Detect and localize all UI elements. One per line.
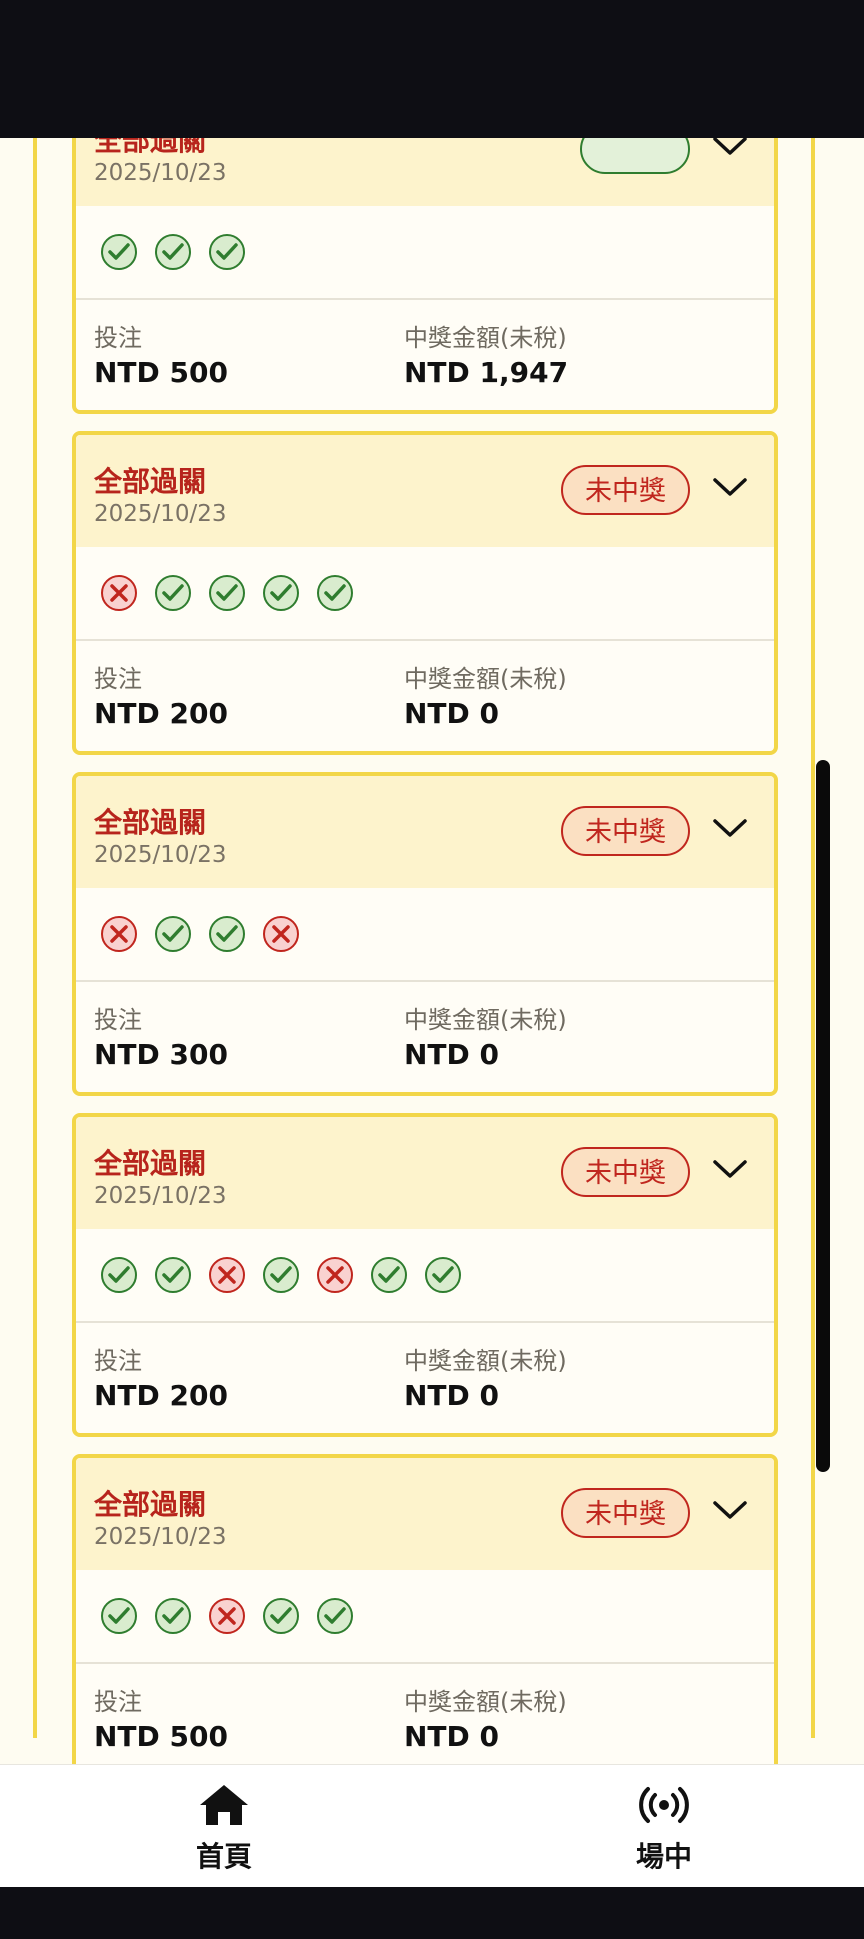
bet-card-header[interactable]: 全部過關 2025/10/23 未中獎 xyxy=(76,1458,774,1570)
check-circle-icon xyxy=(155,234,191,270)
check-circle-icon xyxy=(209,916,245,952)
bet-type-title: 全部過關 xyxy=(94,465,207,498)
bet-type-title: 全部過關 xyxy=(94,138,207,157)
bet-legs-row xyxy=(76,888,774,982)
bet-legs-row xyxy=(76,1570,774,1664)
stake-amount: NTD 500 xyxy=(94,1720,228,1753)
status-badge: 未中獎 xyxy=(561,1147,690,1197)
chevron-down-icon[interactable] xyxy=(712,1498,748,1522)
bet-type-title: 全部過關 xyxy=(94,1147,207,1180)
stake-label: 投注 xyxy=(94,1688,142,1716)
payout-label: 中獎金額(未稅) xyxy=(404,665,567,693)
bet-date: 2025/10/23 xyxy=(94,1183,227,1209)
status-badge: 未中獎 xyxy=(561,806,690,856)
system-nav-bar xyxy=(0,1887,864,1939)
bet-legs-row xyxy=(76,547,774,641)
bet-card[interactable]: 全部過關 2025/10/23 未中獎投注 NTD 500 中獎金額(未稅) NTD 0 xyxy=(72,1454,778,1778)
check-circle-icon xyxy=(317,575,353,611)
bet-amounts: 投注 NTD 300 中獎金額(未稅) NTD 0 xyxy=(76,982,774,1092)
bet-date: 2025/10/23 xyxy=(94,1524,227,1550)
bet-card-header[interactable]: 全部過關 2025/10/23 未中獎 xyxy=(76,435,774,547)
stake-amount: NTD 500 xyxy=(94,356,228,389)
check-circle-icon xyxy=(317,1598,353,1634)
cross-circle-icon xyxy=(101,916,137,952)
payout-amount: NTD 0 xyxy=(404,1720,500,1753)
check-circle-icon xyxy=(209,575,245,611)
bet-amounts: 投注 NTD 200 中獎金額(未稅) NTD 0 xyxy=(76,641,774,751)
bottom-nav: 首頁 場中 xyxy=(0,1764,864,1888)
scrollbar[interactable] xyxy=(816,760,830,1472)
status-badge xyxy=(580,138,690,174)
check-circle-icon xyxy=(101,1257,137,1293)
bet-card[interactable]: 全部過關 2025/10/23 未中獎投注 NTD 200 中獎金額(未稅) NTD 0 xyxy=(72,1113,778,1437)
cross-circle-icon xyxy=(317,1257,353,1293)
check-circle-icon xyxy=(263,1598,299,1634)
cross-circle-icon xyxy=(209,1598,245,1634)
stake-label: 投注 xyxy=(94,1006,142,1034)
payout-label: 中獎金額(未稅) xyxy=(404,1688,567,1716)
check-circle-icon xyxy=(209,234,245,270)
chevron-down-icon[interactable] xyxy=(712,475,748,499)
stake-label: 投注 xyxy=(94,324,142,352)
left-rail xyxy=(33,138,37,1738)
check-circle-icon xyxy=(263,575,299,611)
right-rail xyxy=(811,138,815,1738)
bet-list[interactable]: 全部過關 2025/10/23 投注 NTD 500 中獎金額(未稅) NTD 1,947… xyxy=(72,138,778,1795)
check-circle-icon xyxy=(155,575,191,611)
stake-amount: NTD 200 xyxy=(94,1379,228,1412)
check-circle-icon xyxy=(425,1257,461,1293)
bet-amounts: 投注 NTD 200 中獎金額(未稅) NTD 0 xyxy=(76,1323,774,1433)
bet-card-header[interactable]: 全部過關 2025/10/23 未中獎 xyxy=(76,1117,774,1229)
check-circle-icon xyxy=(263,1257,299,1293)
bet-amounts: 投注 NTD 500 中獎金額(未稅) NTD 0 xyxy=(76,1664,774,1774)
payout-label: 中獎金額(未稅) xyxy=(404,1006,567,1034)
bet-history-screen: 全部過關 2025/10/23 投注 NTD 500 中獎金額(未稅) NTD 1,947… xyxy=(0,138,864,1887)
chevron-down-icon[interactable] xyxy=(712,1157,748,1181)
check-circle-icon xyxy=(101,1598,137,1634)
cross-circle-icon xyxy=(209,1257,245,1293)
stake-label: 投注 xyxy=(94,665,142,693)
bet-date: 2025/10/23 xyxy=(94,160,227,186)
bet-card[interactable]: 全部過關 2025/10/23 投注 NTD 500 中獎金額(未稅) NTD 1,947 xyxy=(72,138,778,414)
payout-amount: NTD 0 xyxy=(404,1379,500,1412)
check-circle-icon xyxy=(101,234,137,270)
check-circle-icon xyxy=(155,916,191,952)
stake-label: 投注 xyxy=(94,1347,142,1375)
check-circle-icon xyxy=(155,1598,191,1634)
cross-circle-icon xyxy=(101,575,137,611)
bet-date: 2025/10/23 xyxy=(94,842,227,868)
stake-amount: NTD 300 xyxy=(94,1038,228,1071)
status-bar xyxy=(0,0,864,138)
broadcast-icon xyxy=(639,1787,689,1823)
bet-card-header[interactable]: 全部過關 2025/10/23 xyxy=(76,138,774,206)
nav-home[interactable]: 首頁 xyxy=(164,1781,284,1875)
bet-card-header[interactable]: 全部過關 2025/10/23 未中獎 xyxy=(76,776,774,888)
bet-type-title: 全部過關 xyxy=(94,806,207,839)
payout-label: 中獎金額(未稅) xyxy=(404,324,567,352)
home-icon xyxy=(200,1785,248,1825)
status-badge: 未中獎 xyxy=(561,465,690,515)
payout-label: 中獎金額(未稅) xyxy=(404,1347,567,1375)
chevron-down-icon[interactable] xyxy=(712,816,748,840)
bet-legs-row xyxy=(76,206,774,300)
bet-date: 2025/10/23 xyxy=(94,501,227,527)
status-badge: 未中獎 xyxy=(561,1488,690,1538)
nav-live[interactable]: 場中 xyxy=(604,1781,724,1875)
payout-amount: NTD 0 xyxy=(404,1038,500,1071)
bet-type-title: 全部過關 xyxy=(94,1488,207,1521)
payout-amount: NTD 0 xyxy=(404,697,500,730)
nav-live-label: 場中 xyxy=(635,1840,692,1873)
check-circle-icon xyxy=(371,1257,407,1293)
nav-home-label: 首頁 xyxy=(195,1840,252,1873)
stake-amount: NTD 200 xyxy=(94,697,228,730)
chevron-down-icon[interactable] xyxy=(712,138,748,158)
check-circle-icon xyxy=(155,1257,191,1293)
bet-amounts: 投注 NTD 500 中獎金額(未稅) NTD 1,947 xyxy=(76,300,774,410)
bet-card[interactable]: 全部過關 2025/10/23 未中獎投注 NTD 300 中獎金額(未稅) NTD 0 xyxy=(72,772,778,1096)
payout-amount: NTD 1,947 xyxy=(404,356,569,389)
bet-card[interactable]: 全部過關 2025/10/23 未中獎投注 NTD 200 中獎金額(未稅) NTD 0 xyxy=(72,431,778,755)
cross-circle-icon xyxy=(263,916,299,952)
bet-legs-row xyxy=(76,1229,774,1323)
